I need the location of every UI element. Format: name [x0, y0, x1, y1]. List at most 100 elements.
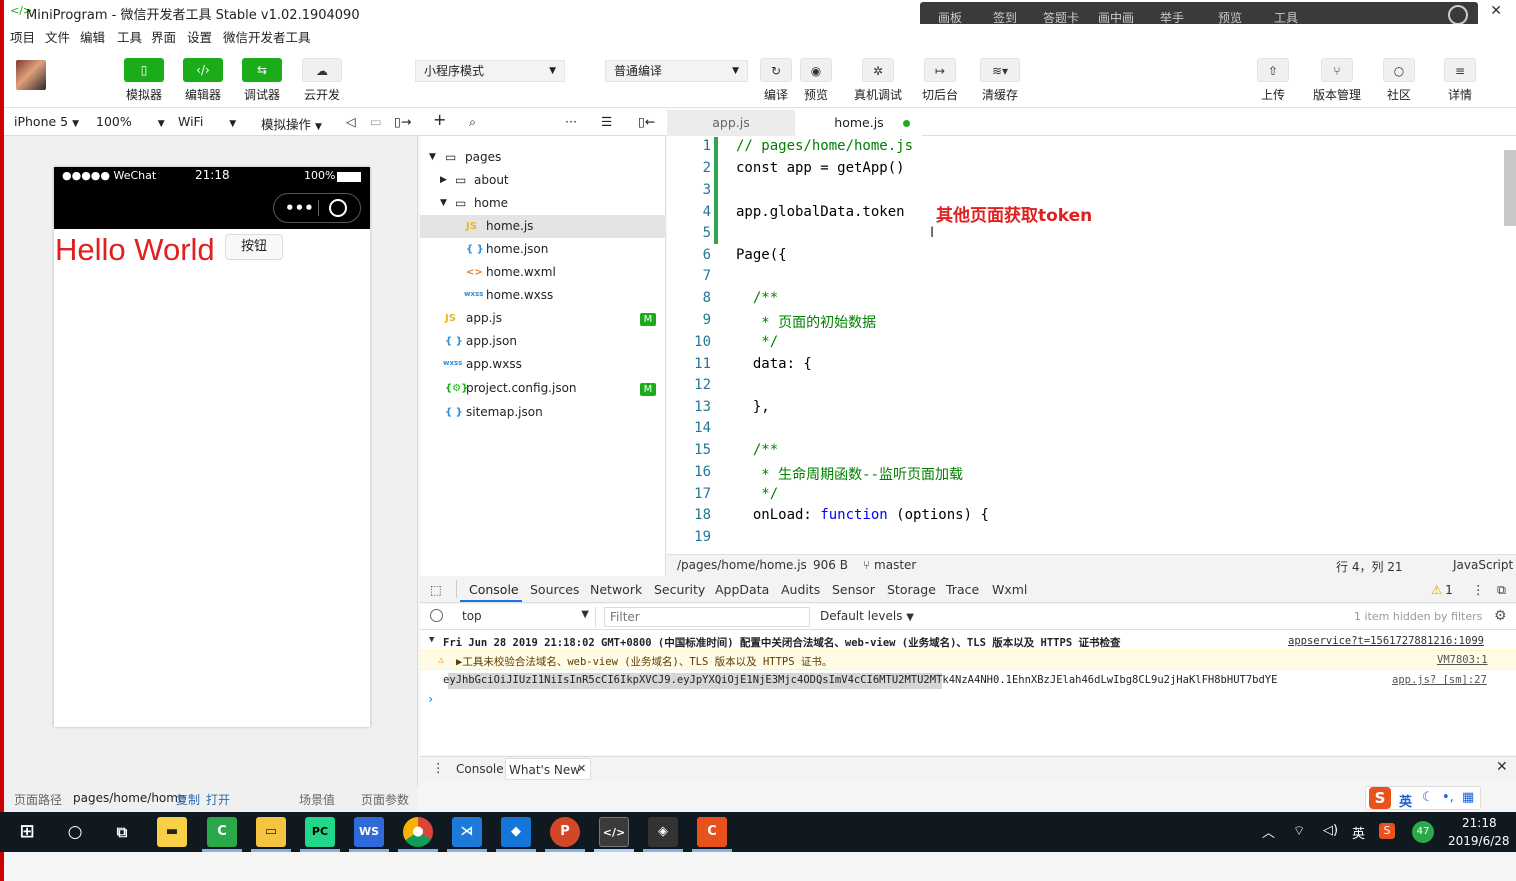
- pop-out-icon[interactable]: ▯→: [394, 114, 411, 129]
- console-source-link[interactable]: appservice?t=1561727881216:1099: [1288, 635, 1484, 647]
- close-icon[interactable]: ✕: [1490, 3, 1502, 19]
- demo-button[interactable]: 按钮: [225, 234, 283, 260]
- wifi-icon[interactable]: ⌔: [1293, 823, 1305, 839]
- editor-scrollbar[interactable]: [1504, 150, 1516, 226]
- console-source-link[interactable]: VM7803:1: [1437, 654, 1488, 666]
- devtools-tab-audits[interactable]: Audits: [781, 582, 820, 597]
- webstorm-icon[interactable]: WS: [354, 817, 384, 847]
- more-dots-icon[interactable]: •••: [285, 199, 314, 217]
- devtools-tab-trace[interactable]: Trace: [946, 582, 979, 597]
- log-levels-select[interactable]: Default levels ▼: [820, 609, 914, 623]
- vscode-icon[interactable]: ⋊: [452, 817, 482, 847]
- debugger-toggle[interactable]: ⇆: [242, 58, 282, 82]
- tree-folder-home[interactable]: home: [474, 192, 508, 214]
- inspect-icon[interactable]: ⬚: [430, 582, 442, 597]
- tab-home-js[interactable]: home.js: [796, 110, 922, 136]
- tray-ime[interactable]: 英: [1352, 823, 1365, 842]
- cursor-position[interactable]: 行 4，列 21: [1336, 558, 1403, 575]
- add-icon[interactable]: +: [433, 110, 446, 129]
- file-explorer-icon[interactable]: ▭: [256, 817, 286, 847]
- volume-icon[interactable]: ◁: [346, 114, 356, 129]
- close-drawer-icon[interactable]: ✕: [1496, 759, 1508, 775]
- editor-toggle[interactable]: ‹/›: [183, 58, 223, 82]
- more-vert-icon[interactable]: ⋮: [432, 760, 445, 775]
- tree-file-home-js[interactable]: home.js: [486, 215, 533, 237]
- screen-icon[interactable]: ▭: [370, 114, 382, 129]
- menu-interface[interactable]: 界面: [151, 27, 176, 46]
- caret-down-icon[interactable]: ▼: [429, 146, 436, 168]
- context-select[interactable]: top ▼: [456, 607, 596, 627]
- tree-file-project-config[interactable]: project.config.json: [466, 377, 577, 399]
- version-button[interactable]: ⑂: [1321, 58, 1353, 82]
- undock-icon[interactable]: ⧉: [1497, 582, 1506, 598]
- wechat-devtools-icon[interactable]: </>: [599, 817, 629, 847]
- clear-console-icon[interactable]: [430, 609, 443, 622]
- compile-button[interactable]: ↻: [760, 58, 792, 82]
- tree-folder-about[interactable]: about: [474, 169, 509, 191]
- collapse-icon[interactable]: ☰: [601, 114, 612, 129]
- tree-file-app-json[interactable]: app.json: [466, 330, 517, 352]
- devtools-tab-wxml[interactable]: Wxml: [992, 582, 1027, 597]
- page-params-link[interactable]: 页面参数: [361, 791, 409, 808]
- close-icon[interactable]: ✕: [577, 762, 586, 775]
- tray-chevron-up-icon[interactable]: ︿: [1262, 822, 1275, 841]
- drawer-tab-whatsnew[interactable]: What's New ✕: [505, 758, 591, 780]
- tree-file-sitemap[interactable]: sitemap.json: [466, 401, 543, 423]
- caret-down-icon[interactable]: ▼: [440, 192, 447, 214]
- gear-icon[interactable]: ⚙: [1494, 608, 1507, 624]
- simulator-toggle[interactable]: ▯: [124, 58, 164, 82]
- recorder-app-icon[interactable]: C: [697, 817, 727, 847]
- devtools-tab-appdata[interactable]: AppData: [715, 582, 769, 597]
- details-button[interactable]: ≡: [1444, 58, 1476, 82]
- ime-floating-bar[interactable]: S 英 ☾ •, ▦: [1365, 786, 1481, 810]
- tree-folder-pages[interactable]: pages: [465, 146, 501, 168]
- more-vert-icon[interactable]: ⋮: [1472, 582, 1485, 597]
- device-select[interactable]: iPhone 5 ▼: [14, 114, 79, 129]
- search-circle-icon[interactable]: ○: [60, 817, 90, 847]
- open-link[interactable]: 打开: [206, 791, 230, 808]
- devtools-tab-sensor[interactable]: Sensor: [832, 582, 875, 597]
- sim-ops-select[interactable]: 模拟操作 ▼: [261, 114, 322, 133]
- power-icon[interactable]: [1448, 5, 1468, 25]
- pycharm-icon[interactable]: PC: [305, 817, 335, 847]
- menu-wechat-devtools[interactable]: 微信开发者工具: [223, 27, 311, 46]
- devtools-tab-console[interactable]: Console: [469, 582, 519, 597]
- more-icon[interactable]: ···: [565, 114, 577, 129]
- upload-button[interactable]: ⇧: [1257, 58, 1289, 82]
- ime-language[interactable]: 英: [1399, 791, 1412, 810]
- menu-settings[interactable]: 设置: [187, 27, 212, 46]
- menu-project[interactable]: 项目: [10, 27, 35, 46]
- real-debug-button[interactable]: ✲: [862, 58, 894, 82]
- clock-date[interactable]: 2019/6/28: [1448, 834, 1510, 848]
- cloud-button[interactable]: ☁: [302, 58, 342, 82]
- grid-icon[interactable]: ▦: [1462, 790, 1474, 805]
- community-button[interactable]: ○: [1383, 58, 1415, 82]
- language-mode[interactable]: JavaScript: [1453, 558, 1513, 572]
- mode-select[interactable]: 小程序模式 ▼: [415, 60, 565, 82]
- network-select[interactable]: WiFi ▼: [178, 114, 236, 129]
- devtools-tab-sources[interactable]: Sources: [530, 582, 579, 597]
- background-button[interactable]: ↦: [924, 58, 956, 82]
- devtools-tab-network[interactable]: Network: [590, 582, 642, 597]
- tray-badge[interactable]: 47: [1412, 821, 1434, 843]
- menu-edit[interactable]: 编辑: [80, 27, 105, 46]
- menu-tools[interactable]: 工具: [117, 27, 142, 46]
- preview-button[interactable]: ◉: [800, 58, 832, 82]
- caret-right-icon[interactable]: ▶: [440, 169, 447, 191]
- sogou-tray-icon[interactable]: S: [1379, 823, 1395, 839]
- tree-file-app-js[interactable]: app.js: [466, 307, 502, 329]
- avatar[interactable]: [16, 60, 46, 90]
- task-view-icon[interactable]: ⧉: [107, 817, 137, 847]
- tree-file-app-wxss[interactable]: app.wxss: [466, 353, 522, 375]
- compile-mode-select[interactable]: 普通编译 ▼: [605, 60, 748, 82]
- tree-file-home-json[interactable]: home.json: [486, 238, 548, 260]
- volume-icon[interactable]: ◁): [1323, 823, 1338, 838]
- warning-icon[interactable]: ⚠: [1431, 582, 1442, 597]
- powerpoint-icon[interactable]: P: [550, 817, 580, 847]
- devtools-tab-storage[interactable]: Storage: [887, 582, 936, 597]
- app-diamond-icon[interactable]: ◆: [501, 817, 531, 847]
- git-tool-icon[interactable]: ◈: [648, 817, 678, 847]
- chrome-icon[interactable]: ●: [403, 817, 433, 847]
- tree-file-home-wxss[interactable]: home.wxss: [486, 284, 553, 306]
- copy-link[interactable]: 复制: [176, 791, 200, 808]
